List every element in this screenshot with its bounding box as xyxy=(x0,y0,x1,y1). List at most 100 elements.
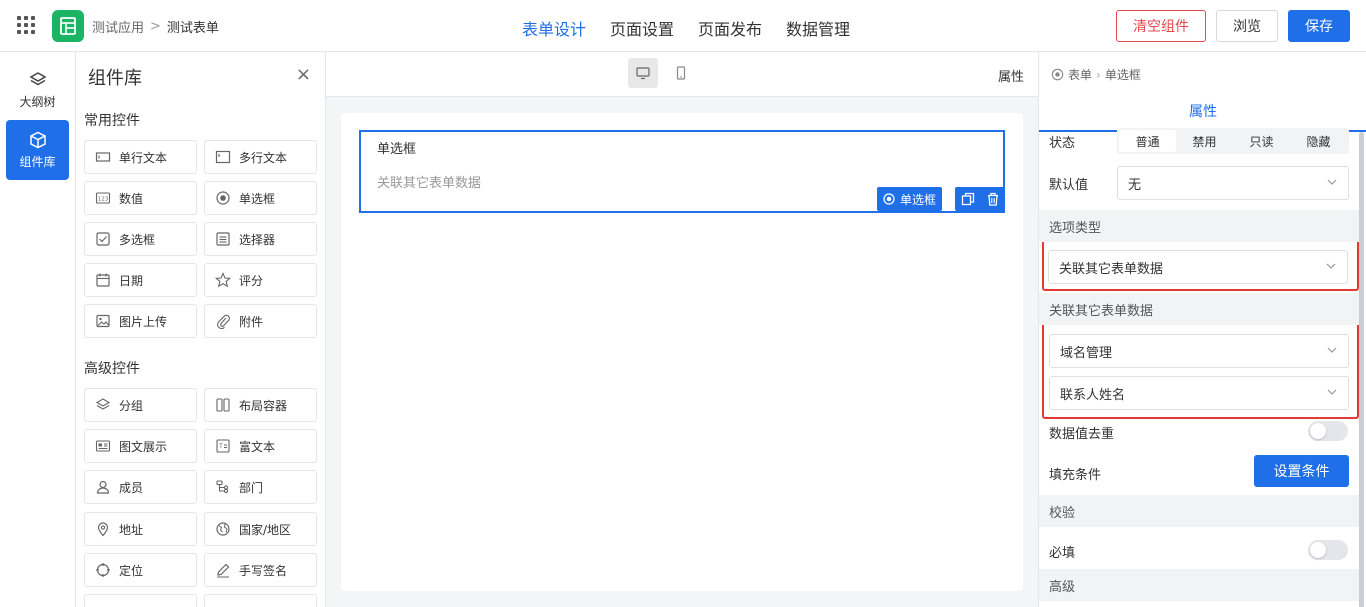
component-more-1[interactable] xyxy=(84,594,197,607)
linked-form-select[interactable]: 域名管理 xyxy=(1049,334,1349,368)
component-radio[interactable]: 单选框 xyxy=(204,181,317,215)
svg-text:T: T xyxy=(218,443,223,450)
default-value-label: 默认值 xyxy=(1049,178,1089,193)
component-label: 图文展示 xyxy=(119,439,168,454)
component-location[interactable]: 定位 xyxy=(84,553,197,587)
globe-icon xyxy=(215,521,231,537)
component-department[interactable]: 部门 xyxy=(204,470,317,504)
layers-icon xyxy=(95,397,111,413)
breadcrumb-app[interactable]: 测试应用 xyxy=(92,17,144,36)
star-icon xyxy=(215,272,231,288)
properties-breadcrumb: 表单 › 单选框 xyxy=(1051,66,1141,83)
component-signature[interactable]: 手写签名 xyxy=(204,553,317,587)
linked-form-value: 域名管理 xyxy=(1060,345,1113,361)
option-type-select[interactable]: 关联其它表单数据 xyxy=(1048,250,1348,284)
component-label: 部门 xyxy=(239,480,264,495)
option-type-title: 选项类型 xyxy=(1039,210,1359,242)
component-image-upload[interactable]: 图片上传 xyxy=(84,304,197,338)
component-label: 评分 xyxy=(239,273,264,288)
tab-page-settings[interactable]: 页面设置 xyxy=(598,0,686,52)
preview-button[interactable]: 浏览 xyxy=(1216,10,1278,42)
option-type-value: 关联其它表单数据 xyxy=(1059,261,1164,277)
breadcrumb-form: 测试表单 xyxy=(166,21,219,36)
delete-icon[interactable] xyxy=(986,192,1000,206)
chevron-down-icon xyxy=(1326,263,1336,269)
state-label: 状态 xyxy=(1049,136,1076,151)
component-more-2[interactable] xyxy=(204,594,317,607)
component-country-region[interactable]: 国家/地区 xyxy=(204,512,317,546)
component-single-line-text[interactable]: 单行文本 xyxy=(84,140,197,174)
component-image-text[interactable]: 图文展示 xyxy=(84,429,197,463)
breadcrumb-separator: › xyxy=(1096,67,1101,82)
radio-icon xyxy=(883,193,895,205)
canvas-properties-label[interactable]: 属性 xyxy=(998,66,1024,85)
properties-panel: 表单 › 单选框 属性 状态 普通 禁用 只读 隐藏 默认值 无 选项类型 关联… xyxy=(1038,52,1366,607)
component-member[interactable]: 成员 xyxy=(84,470,197,504)
breadcrumb-form[interactable]: 表单 xyxy=(1068,66,1092,83)
component-label: 布局容器 xyxy=(239,398,288,413)
component-checkbox[interactable]: 多选框 xyxy=(84,222,197,256)
field-type-tag[interactable]: 单选框 xyxy=(877,187,943,211)
component-library-tab[interactable]: 组件库 xyxy=(6,120,69,180)
desktop-view-button[interactable] xyxy=(628,58,658,88)
field-label: 单选框 xyxy=(377,142,417,157)
properties-scrollbar[interactable] xyxy=(1359,132,1364,607)
component-label: 手写签名 xyxy=(239,563,288,578)
main-tabs: 表单设计 页面设置 页面发布 数据管理 xyxy=(510,0,862,52)
app-grid-icon[interactable] xyxy=(17,16,35,34)
selected-radio-field[interactable]: 单选框 关联其它表单数据 单选框 xyxy=(359,130,1005,213)
tab-data-management[interactable]: 数据管理 xyxy=(774,0,862,52)
outline-tree-tab[interactable]: 大纲树 xyxy=(6,60,69,120)
close-icon[interactable]: × xyxy=(296,64,311,85)
rich-text-icon: T xyxy=(215,438,231,454)
default-value-select[interactable]: 无 xyxy=(1117,166,1349,200)
dedupe-label: 数据值去重 xyxy=(1049,427,1115,442)
tab-page-publish[interactable]: 页面发布 xyxy=(686,0,774,52)
component-select[interactable]: 选择器 xyxy=(204,222,317,256)
advanced-controls-title: 高级控件 xyxy=(84,361,140,377)
panel-title: 组件库 xyxy=(88,68,142,89)
pen-icon xyxy=(215,562,231,578)
state-hidden[interactable]: 隐藏 xyxy=(1290,130,1347,152)
field-placeholder: 关联其它表单数据 xyxy=(377,176,482,191)
chevron-down-icon xyxy=(1327,347,1337,353)
top-actions: 清空组件 浏览 保存 xyxy=(1116,10,1350,42)
clear-components-button[interactable]: 清空组件 xyxy=(1116,10,1206,42)
cube-icon xyxy=(29,131,46,148)
dedupe-toggle[interactable] xyxy=(1308,421,1348,441)
component-group[interactable]: 分组 xyxy=(84,388,197,422)
mobile-view-button[interactable] xyxy=(666,58,696,88)
component-library-label: 组件库 xyxy=(19,154,56,169)
text-input-icon xyxy=(95,149,111,165)
required-toggle[interactable] xyxy=(1308,540,1348,560)
state-normal[interactable]: 普通 xyxy=(1119,130,1176,152)
component-rich-text[interactable]: T 富文本 xyxy=(204,429,317,463)
state-disabled[interactable]: 禁用 xyxy=(1176,130,1233,152)
field-type-label: 单选框 xyxy=(900,192,937,207)
calendar-icon xyxy=(95,272,111,288)
component-rating[interactable]: 评分 xyxy=(204,263,317,297)
image-text-icon xyxy=(95,438,111,454)
component-label: 多行文本 xyxy=(239,150,288,165)
component-date[interactable]: 日期 xyxy=(84,263,197,297)
component-multi-line-text[interactable]: 多行文本 xyxy=(204,140,317,174)
component-layout-container[interactable]: 布局容器 xyxy=(204,388,317,422)
linked-field-select[interactable]: 联系人姓名 xyxy=(1049,376,1349,410)
component-panel: 组件库 × 常用控件 单行文本 多行文本 123 数值 单选框 多选框 选择器 日… xyxy=(76,52,326,607)
save-button[interactable]: 保存 xyxy=(1288,10,1350,42)
field-tools xyxy=(955,187,1005,211)
component-label: 附件 xyxy=(239,314,264,329)
component-number[interactable]: 123 数值 xyxy=(84,181,197,215)
tab-form-design[interactable]: 表单设计 xyxy=(510,0,598,52)
tab-properties[interactable]: 属性 xyxy=(1039,92,1366,132)
chevron-down-icon xyxy=(1327,179,1337,185)
component-label: 数值 xyxy=(119,191,144,206)
state-readonly[interactable]: 只读 xyxy=(1233,130,1290,152)
set-condition-button[interactable]: 设置条件 xyxy=(1254,455,1349,487)
component-address[interactable]: 地址 xyxy=(84,512,197,546)
component-label: 多选框 xyxy=(119,232,156,247)
org-tree-icon xyxy=(215,479,231,495)
svg-text:123: 123 xyxy=(98,197,109,203)
copy-icon[interactable] xyxy=(961,192,975,206)
component-attachment[interactable]: 附件 xyxy=(204,304,317,338)
